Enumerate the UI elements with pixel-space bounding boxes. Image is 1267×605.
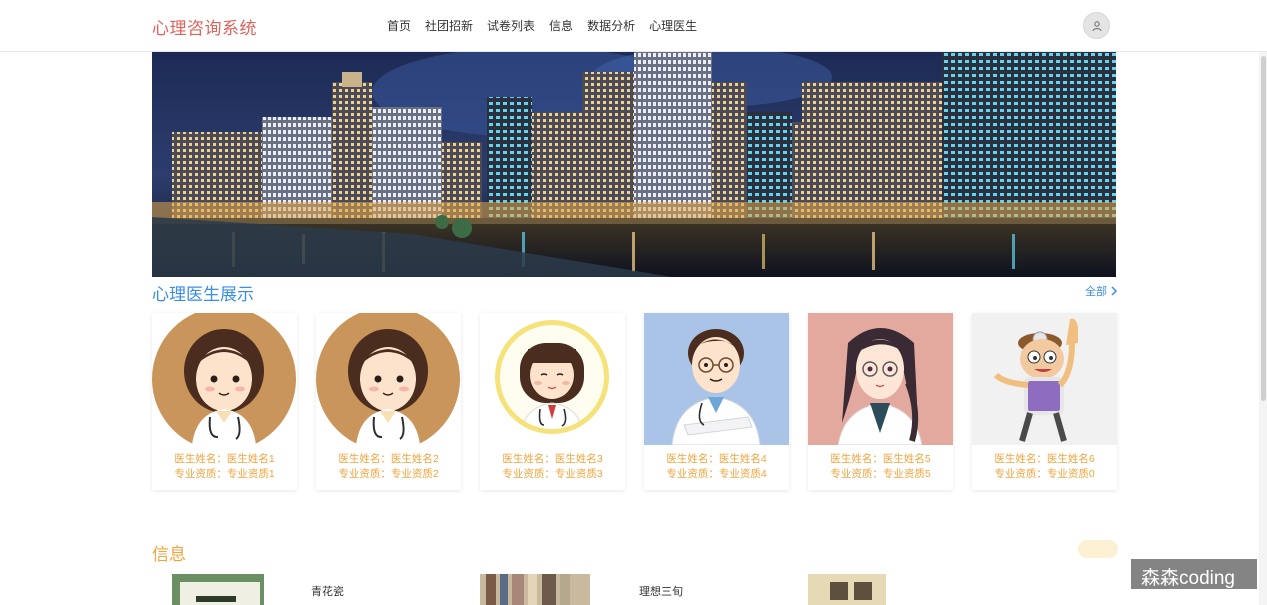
doctor-name: 医生姓名：医生姓名1: [174, 453, 275, 465]
view-all-label: 全部: [1085, 286, 1107, 298]
scrollbar-thumb[interactable]: [1261, 56, 1266, 401]
info-item-title[interactable]: 理想三旬: [639, 583, 683, 599]
doctor-card[interactable]: 医生姓名：医生姓名1 专业资质：专业资质1: [152, 313, 297, 490]
doctor-photo: [808, 313, 953, 445]
city-night-banner: [152, 52, 1116, 277]
user-icon: [1092, 20, 1101, 31]
main-nav: 首页 社团招新 试卷列表 信息 数据分析 心理医生: [380, 17, 704, 34]
app-title[interactable]: 心理咨询系统: [152, 14, 257, 39]
chevron-right-icon: [1111, 286, 1118, 296]
doctor-card[interactable]: 医生姓名：医生姓名5 专业资质：专业资质5: [808, 313, 953, 490]
doctor-qualification: 专业资质：专业资质5: [830, 468, 931, 480]
doctor-qualification: 专业资质：专业资质2: [338, 468, 439, 480]
doctors-section-title: 心理医生展示: [152, 285, 254, 304]
nav-item-exam-list[interactable]: 试卷列表: [480, 17, 542, 34]
nav-item-info[interactable]: 信息: [542, 17, 580, 34]
nav-item-home[interactable]: 首页: [380, 17, 418, 34]
top-header: 心理咨询系统 首页 社团招新 试卷列表 信息 数据分析 心理医生: [0, 0, 1267, 52]
doctor-card-text: 医生姓名：医生姓名2 专业资质：专业资质2: [316, 445, 461, 482]
doctor-photo: [480, 313, 625, 445]
doctor-name: 医生姓名：医生姓名2: [338, 453, 439, 465]
nav-item-doctors[interactable]: 心理医生: [642, 17, 704, 34]
doctor-qualification: 专业资质：专业资质3: [502, 468, 603, 480]
doctor-card-text: 医生姓名：医生姓名6 专业资质：专业资质0: [972, 445, 1117, 482]
doctor-card[interactable]: 医生姓名：医生姓名6 专业资质：专业资质0: [972, 313, 1117, 490]
info-thumbnail[interactable]: [172, 574, 264, 605]
doctor-photo: [972, 313, 1117, 445]
info-item-title[interactable]: 青花瓷: [311, 583, 344, 599]
nav-item-club-recruit[interactable]: 社团招新: [418, 17, 480, 34]
doctor-card[interactable]: 医生姓名：医生姓名4 专业资质：专业资质4: [644, 313, 789, 490]
doctor-photo: [152, 313, 297, 445]
doctor-qualification: 专业资质：专业资质0: [994, 468, 1095, 480]
fade-overlay: [886, 570, 1131, 605]
view-all-faded[interactable]: [1078, 540, 1118, 558]
info-thumbnail[interactable]: [480, 574, 590, 605]
watermark: 森森coding: [1131, 559, 1257, 589]
user-avatar[interactable]: [1083, 12, 1110, 39]
doctor-photo: [316, 313, 461, 445]
doctor-qualification: 专业资质：专业资质4: [666, 468, 767, 480]
doctor-card[interactable]: 医生姓名：医生姓名3 专业资质：专业资质3: [480, 313, 625, 490]
doctor-name: 医生姓名：医生姓名5: [830, 453, 931, 465]
doctor-card-text: 医生姓名：医生姓名5 专业资质：专业资质5: [808, 445, 953, 482]
banner-carousel-image[interactable]: [152, 52, 1116, 277]
doctor-qualification: 专业资质：专业资质1: [174, 468, 275, 480]
doctor-card-text: 医生姓名：医生姓名3 专业资质：专业资质3: [480, 445, 625, 482]
doctor-name: 医生姓名：医生姓名3: [502, 453, 603, 465]
info-section-title: 信息: [152, 545, 186, 564]
page: 心理咨询系统 首页 社团招新 试卷列表 信息 数据分析 心理医生 心理医生展示 …: [0, 0, 1267, 605]
view-all-link[interactable]: 全部: [1085, 283, 1118, 299]
doctor-photo: [644, 313, 789, 445]
doctor-card[interactable]: 医生姓名：医生姓名2 专业资质：专业资质2: [316, 313, 461, 490]
info-thumbnail[interactable]: [808, 574, 886, 605]
doctor-name: 医生姓名：医生姓名6: [994, 453, 1095, 465]
doctor-name: 医生姓名：医生姓名4: [666, 453, 767, 465]
doctor-card-text: 医生姓名：医生姓名4 专业资质：专业资质4: [644, 445, 789, 482]
doctor-card-text: 医生姓名：医生姓名1 专业资质：专业资质1: [152, 445, 297, 482]
nav-item-data-analysis[interactable]: 数据分析: [580, 17, 642, 34]
